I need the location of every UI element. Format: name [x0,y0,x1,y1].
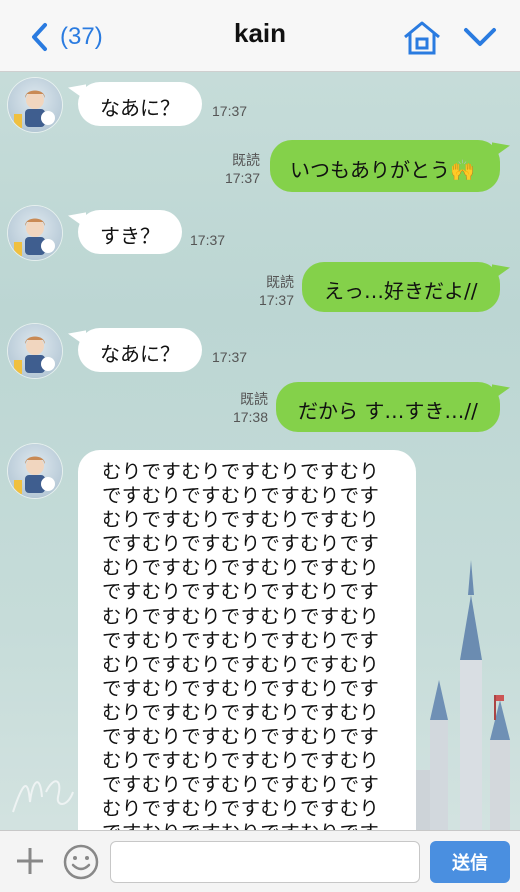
message-time: 17:37 [190,232,226,248]
message-text-line: ですむりですむりですむりです [102,532,380,556]
message-meta: 既読 17:38 [224,390,268,426]
message-text-line: むりですむりですむりですむり [102,797,380,821]
message-meta: 既読 17:37 [216,151,260,187]
message-text-line: ですむりですむりですむりです [102,484,380,508]
chat-title: kain [233,18,287,48]
message-text-line: むりですむりですむりですむり [102,700,380,724]
message-text-line: ですむりですむりですむりです [102,725,380,749]
avatar-image [14,336,55,374]
avatar-image [14,90,55,128]
message-bubble-incoming-long[interactable]: むりですむりですむりですむり ですむりですむりですむりです むりですむりですむり… [78,450,416,850]
read-receipt: 既読 [240,391,268,407]
add-attachment-button[interactable] [14,845,46,877]
message-time: 17:37 [224,170,260,186]
message-text-line: ですむりですむりですむりです [102,676,380,700]
message-time: 17:37 [258,292,294,308]
message-bubble-incoming[interactable]: なあに？ [78,328,202,372]
message-text-line: ですむりですむりですむりです [102,628,380,652]
message-text-line: むりですむりですむりですむり [102,460,380,483]
avatar[interactable] [8,324,62,378]
plus-icon [17,848,43,874]
send-button[interactable]: 送信 [430,841,510,883]
message-text: いつもありがとう🙌 [290,158,475,182]
read-receipt: 既読 [266,274,294,290]
message-meta: 既読 17:37 [250,273,294,309]
message-time: 17:37 [212,349,248,365]
raised-hands-emoji-icon: 🙌 [450,158,475,182]
message-text-line: ですむりですむりですむりです [102,580,380,604]
message-text: だから す…すき…// [298,399,478,423]
signature-decoration [12,780,74,813]
message-text: なあに？ [100,342,180,366]
message-input-bar: 送信 [0,830,520,892]
avatar-image [14,456,55,494]
chat-header: (37) kain [0,0,520,72]
home-button[interactable] [402,20,442,56]
emoji-icon [63,844,99,880]
chevron-down-icon [464,28,496,46]
message-time: 17:37 [212,103,248,119]
avatar[interactable] [8,444,62,498]
castle-background-image [410,560,510,830]
message-bubble-outgoing[interactable]: いつもありがとう🙌 [270,140,500,192]
message-text-line: むりですむりですむりですむり [102,508,380,532]
avatar[interactable] [8,206,62,260]
message-input[interactable] [110,841,420,883]
message-bubble-outgoing[interactable]: えっ…好きだよ// [302,262,500,312]
message-text-line: むりですむりですむりですむり [102,604,380,628]
message-bubble-outgoing[interactable]: だから す…すき…// [276,382,500,432]
avatar[interactable] [8,78,62,132]
home-icon [404,21,440,55]
message-text: なあに？ [100,96,180,120]
menu-toggle-button[interactable] [463,24,497,50]
message-bubble-incoming[interactable]: なあに？ [78,82,202,126]
message-text-line: むりですむりですむりですむり [102,556,380,580]
message-time: 17:38 [232,409,268,425]
message-text: すき？ [100,224,160,248]
message-bubble-incoming[interactable]: すき？ [78,210,182,254]
avatar-image [14,218,55,256]
message-text: えっ…好きだよ// [324,279,478,303]
message-text-line: ですむりですむりですむりです [102,773,380,797]
message-text-line: むりですむりですむりですむり [102,652,380,676]
emoji-button[interactable] [62,843,100,881]
message-text-line: むりですむりですむりですむり [102,749,380,773]
read-receipt: 既読 [232,152,260,168]
